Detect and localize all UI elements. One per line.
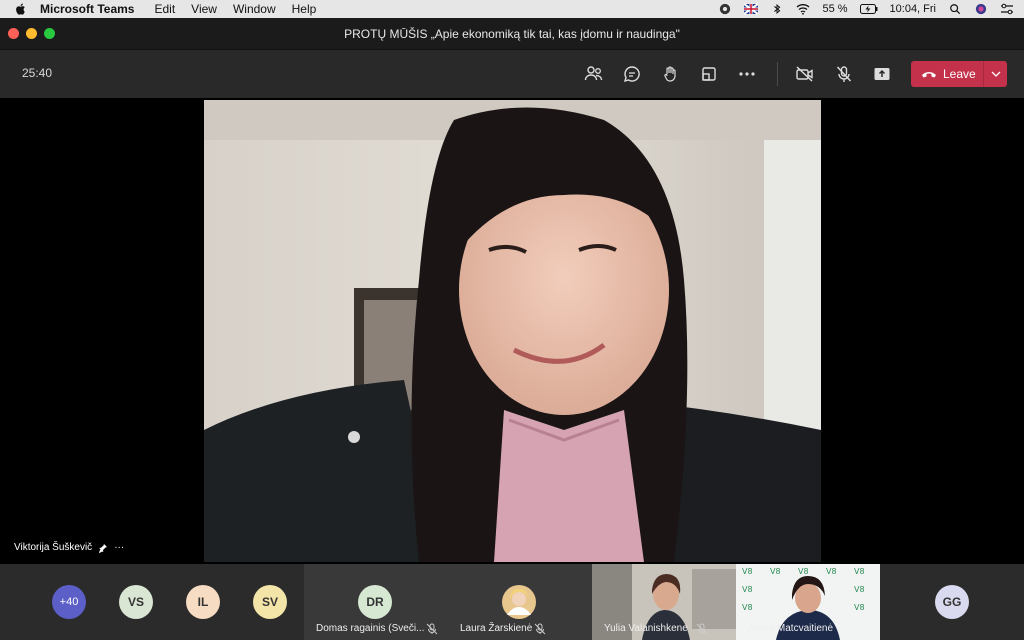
script-editor-icon[interactable]	[718, 3, 732, 15]
svg-text:V8: V8	[742, 585, 753, 594]
participant-video-tile[interactable]: Yulia Valanishkene	[592, 564, 736, 640]
mic-off-icon	[696, 623, 708, 635]
svg-text:V8: V8	[826, 567, 837, 576]
leave-button[interactable]: Leave	[911, 61, 983, 87]
chat-bubble-icon	[623, 66, 640, 83]
participant-tile[interactable]: Laura Žarskienė	[448, 564, 592, 640]
camera-toggle-button[interactable]	[793, 62, 817, 86]
layout-icon	[702, 67, 716, 81]
svg-text:V8: V8	[854, 603, 865, 612]
participant-avatar[interactable]: VS	[119, 585, 153, 619]
spotlight-search-icon[interactable]	[948, 3, 962, 15]
meeting-title: PROTŲ MŪŠIS „Apie ekonomiką tik tai, kas…	[344, 26, 680, 41]
menu-view[interactable]: View	[191, 2, 217, 16]
menu-window[interactable]: Window	[233, 2, 276, 16]
minimize-window-button[interactable]	[26, 28, 37, 39]
menubar-clock[interactable]: 10:04, Fri	[890, 3, 936, 15]
window-controls	[8, 28, 55, 39]
participant-gallery: +40 VS IL SV DR Domas ragainis (Sveči...…	[0, 564, 1024, 640]
participant-avatar: DR	[358, 585, 392, 619]
menu-edit[interactable]: Edit	[154, 2, 175, 16]
participant-name: Laura Žarskienė	[460, 623, 533, 634]
participant-video-tile[interactable]: V8 V8 V8 V8 V8 V8 V8 V8 V8 Aušra Matcvaitienė	[736, 564, 880, 640]
apple-icon[interactable]	[14, 2, 28, 16]
overflow-participants-button[interactable]: +40	[52, 585, 86, 619]
svg-text:V8: V8	[854, 567, 865, 576]
video-feed-image	[204, 100, 821, 562]
meeting-timer: 25:40	[22, 66, 53, 80]
svg-text:V8: V8	[770, 567, 781, 576]
mic-off-icon	[426, 623, 438, 635]
hang-up-icon	[922, 72, 936, 78]
menu-help[interactable]: Help	[292, 2, 317, 16]
participant-name: Domas ragainis (Sveči...	[316, 623, 425, 634]
more-actions-button[interactable]	[735, 62, 759, 86]
participant-avatar[interactable]: SV	[253, 585, 287, 619]
meeting-toolbar: 25:40 Leave	[0, 50, 1024, 98]
chat-button[interactable]	[620, 62, 644, 86]
leave-button-group: Leave	[911, 61, 1007, 87]
svg-text:V8: V8	[798, 567, 809, 576]
participants-button[interactable]	[582, 62, 606, 86]
ellipsis-icon	[739, 72, 755, 76]
svg-text:V8: V8	[854, 585, 865, 594]
share-tray-icon	[874, 68, 890, 80]
mac-menubar: Microsoft Teams Edit View Window Help 55…	[0, 0, 1024, 18]
pinned-participant-video[interactable]	[204, 100, 821, 562]
svg-text:V8: V8	[742, 603, 753, 612]
siri-icon[interactable]	[974, 3, 988, 15]
leave-options-button[interactable]	[984, 71, 1007, 77]
uk-flag-icon[interactable]	[744, 3, 759, 15]
share-content-button[interactable]	[870, 62, 894, 86]
meeting-stage: Viktorija Šuškevič ···	[0, 98, 1024, 564]
menu-app-name[interactable]: Microsoft Teams	[40, 2, 134, 16]
pinned-name-text: Viktorija Šuškevič	[14, 542, 93, 553]
toolbar-divider	[777, 62, 778, 86]
pin-icon	[99, 543, 108, 553]
wifi-icon[interactable]	[796, 3, 810, 15]
participant-name: Yulia Valanishkene	[604, 623, 688, 634]
zoom-window-button[interactable]	[44, 28, 55, 39]
participant-avatar[interactable]: IL	[186, 585, 220, 619]
participant-more-options[interactable]: ···	[114, 542, 124, 553]
camera-off-icon	[796, 66, 813, 82]
people-icon	[584, 66, 603, 81]
close-window-button[interactable]	[8, 28, 19, 39]
menubar-status: 55 % 10:04, Fri	[718, 3, 1024, 15]
pinned-participant-name: Viktorija Šuškevič ···	[14, 542, 124, 553]
participant-photo-avatar	[502, 585, 536, 619]
mic-off-icon	[836, 66, 852, 82]
mic-toggle-button[interactable]	[832, 62, 856, 86]
bluetooth-icon[interactable]	[770, 3, 784, 15]
reactions-button[interactable]	[659, 62, 683, 86]
window-titlebar: PROTŲ MŪŠIS „Apie ekonomiką tik tai, kas…	[0, 18, 1024, 50]
battery-charging-icon[interactable]	[859, 3, 878, 15]
chevron-down-icon	[991, 71, 1000, 77]
leave-label: Leave	[943, 67, 976, 81]
participant-tile[interactable]: DR Domas ragainis (Sveči...	[304, 564, 448, 640]
view-button[interactable]	[697, 62, 721, 86]
svg-text:V8: V8	[742, 567, 753, 576]
raise-hand-icon	[664, 66, 676, 82]
participant-avatar[interactable]: GG	[935, 585, 969, 619]
battery-percent: 55 %	[822, 3, 848, 15]
mic-off-icon	[534, 623, 546, 635]
participant-name: Aušra Matcvaitienė	[748, 623, 834, 634]
control-center-icon[interactable]	[1000, 3, 1014, 15]
